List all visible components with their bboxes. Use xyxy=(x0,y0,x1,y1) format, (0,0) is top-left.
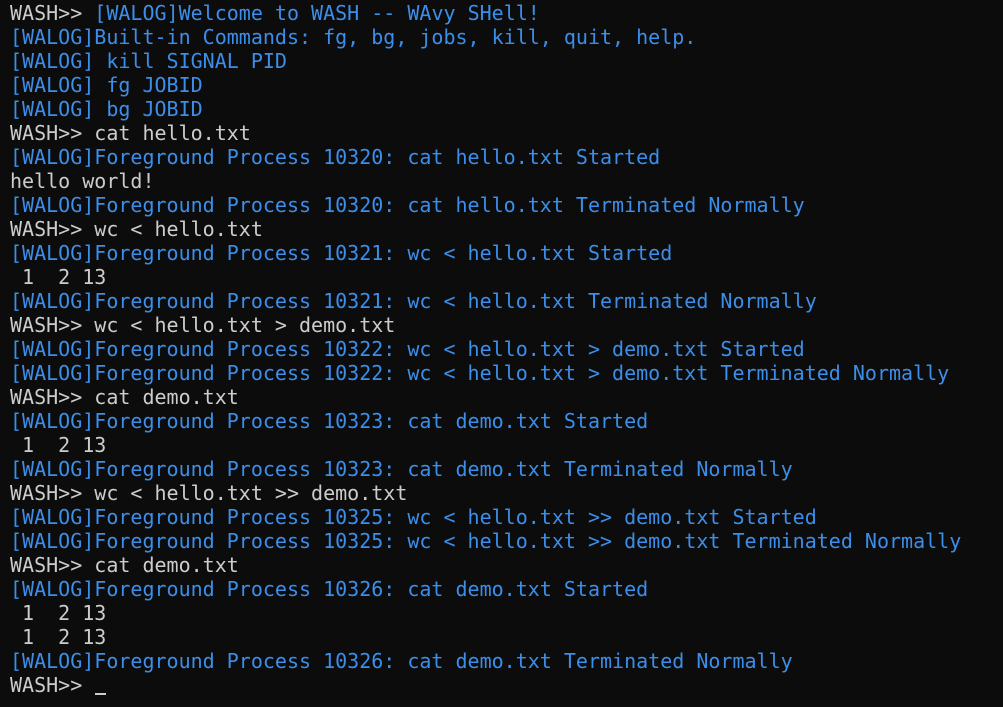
terminal-line: [WALOG]Foreground Process 10321: wc < he… xyxy=(10,241,1003,265)
terminal-line: [WALOG]Foreground Process 10320: cat hel… xyxy=(10,193,1003,217)
log-message: [WALOG]Foreground Process 10321: wc < he… xyxy=(10,289,817,313)
log-message: [WALOG]Foreground Process 10326: cat dem… xyxy=(10,649,793,673)
terminal-line: [WALOG]Foreground Process 10326: cat dem… xyxy=(10,649,1003,673)
terminal-line: WASH>> cat demo.txt xyxy=(10,385,1003,409)
terminal-line: WASH>> [WALOG]Welcome to WASH -- WAvy SH… xyxy=(10,1,1003,25)
terminal-line: [WALOG]Foreground Process 10325: wc < he… xyxy=(10,505,1003,529)
command-text: wc < hello.txt > demo.txt xyxy=(94,313,396,337)
terminal-line: 1 2 13 xyxy=(10,625,1003,649)
terminal-line: [WALOG]Foreground Process 10323: cat dem… xyxy=(10,409,1003,433)
log-message: [WALOG]Foreground Process 10320: cat hel… xyxy=(10,193,805,217)
log-message: [WALOG] kill SIGNAL PID xyxy=(10,49,287,73)
shell-prompt: WASH>> xyxy=(10,481,95,505)
command-text: wc < hello.txt >> demo.txt xyxy=(94,481,408,505)
terminal-line: [WALOG]Foreground Process 10322: wc < he… xyxy=(10,337,1003,361)
terminal-line: [WALOG]Foreground Process 10320: cat hel… xyxy=(10,145,1003,169)
terminal-line: 1 2 13 xyxy=(10,433,1003,457)
log-message: [WALOG]Built-in Commands: fg, bg, jobs, … xyxy=(10,25,697,49)
log-message: [WALOG]Foreground Process 10325: wc < he… xyxy=(10,529,962,553)
command-output: 1 2 13 xyxy=(10,625,107,649)
shell-prompt: WASH>> xyxy=(10,673,95,697)
terminal-line: [WALOG]Foreground Process 10321: wc < he… xyxy=(10,289,1003,313)
log-message: [WALOG] bg JOBID xyxy=(10,97,203,121)
terminal-line: WASH>> cat hello.txt xyxy=(10,121,1003,145)
terminal-line: WASH>> wc < hello.txt xyxy=(10,217,1003,241)
log-message: [WALOG]Foreground Process 10322: wc < he… xyxy=(10,337,805,361)
terminal-line: [WALOG]Foreground Process 10322: wc < he… xyxy=(10,361,1003,385)
log-message: [WALOG]Welcome to WASH -- WAvy SHell! xyxy=(94,1,540,25)
terminal-line: [WALOG]Foreground Process 10326: cat dem… xyxy=(10,577,1003,601)
shell-prompt: WASH>> xyxy=(10,1,95,25)
text-cursor xyxy=(95,693,107,695)
command-output: 1 2 13 xyxy=(10,433,107,457)
terminal-line: 1 2 13 xyxy=(10,601,1003,625)
terminal-line: hello world! xyxy=(10,169,1003,193)
terminal-line: [WALOG] bg JOBID xyxy=(10,97,1003,121)
terminal-line: [WALOG] fg JOBID xyxy=(10,73,1003,97)
shell-prompt: WASH>> xyxy=(10,217,95,241)
terminal-line: [WALOG]Foreground Process 10325: wc < he… xyxy=(10,529,1003,553)
command-output: 1 2 13 xyxy=(10,265,107,289)
terminal-line: WASH>> wc < hello.txt > demo.txt xyxy=(10,313,1003,337)
command-output: hello world! xyxy=(10,169,155,193)
terminal-line: WASH>> xyxy=(10,673,1003,697)
terminal-line: [WALOG]Foreground Process 10323: cat dem… xyxy=(10,457,1003,481)
command-text: cat demo.txt xyxy=(94,385,239,409)
terminal-window[interactable]: WASH>> [WALOG]Welcome to WASH -- WAvy SH… xyxy=(0,0,1003,707)
command-text: cat hello.txt xyxy=(94,121,251,145)
log-message: [WALOG]Foreground Process 10322: wc < he… xyxy=(10,361,950,385)
shell-prompt: WASH>> xyxy=(10,385,95,409)
log-message: [WALOG]Foreground Process 10323: cat dem… xyxy=(10,457,793,481)
terminal-line: 1 2 13 xyxy=(10,265,1003,289)
log-message: [WALOG] fg JOBID xyxy=(10,73,203,97)
log-message: [WALOG]Foreground Process 10323: cat dem… xyxy=(10,409,649,433)
log-message: [WALOG]Foreground Process 10321: wc < he… xyxy=(10,241,673,265)
terminal-line: [WALOG] kill SIGNAL PID xyxy=(10,49,1003,73)
log-message: [WALOG]Foreground Process 10326: cat dem… xyxy=(10,577,649,601)
shell-prompt: WASH>> xyxy=(10,313,95,337)
shell-prompt: WASH>> xyxy=(10,553,95,577)
shell-prompt: WASH>> xyxy=(10,121,95,145)
command-text: wc < hello.txt xyxy=(94,217,263,241)
command-text: cat demo.txt xyxy=(94,553,239,577)
terminal-line: [WALOG]Built-in Commands: fg, bg, jobs, … xyxy=(10,25,1003,49)
log-message: [WALOG]Foreground Process 10325: wc < he… xyxy=(10,505,817,529)
command-output: 1 2 13 xyxy=(10,601,107,625)
terminal-line: WASH>> wc < hello.txt >> demo.txt xyxy=(10,481,1003,505)
terminal-line: WASH>> cat demo.txt xyxy=(10,553,1003,577)
log-message: [WALOG]Foreground Process 10320: cat hel… xyxy=(10,145,661,169)
